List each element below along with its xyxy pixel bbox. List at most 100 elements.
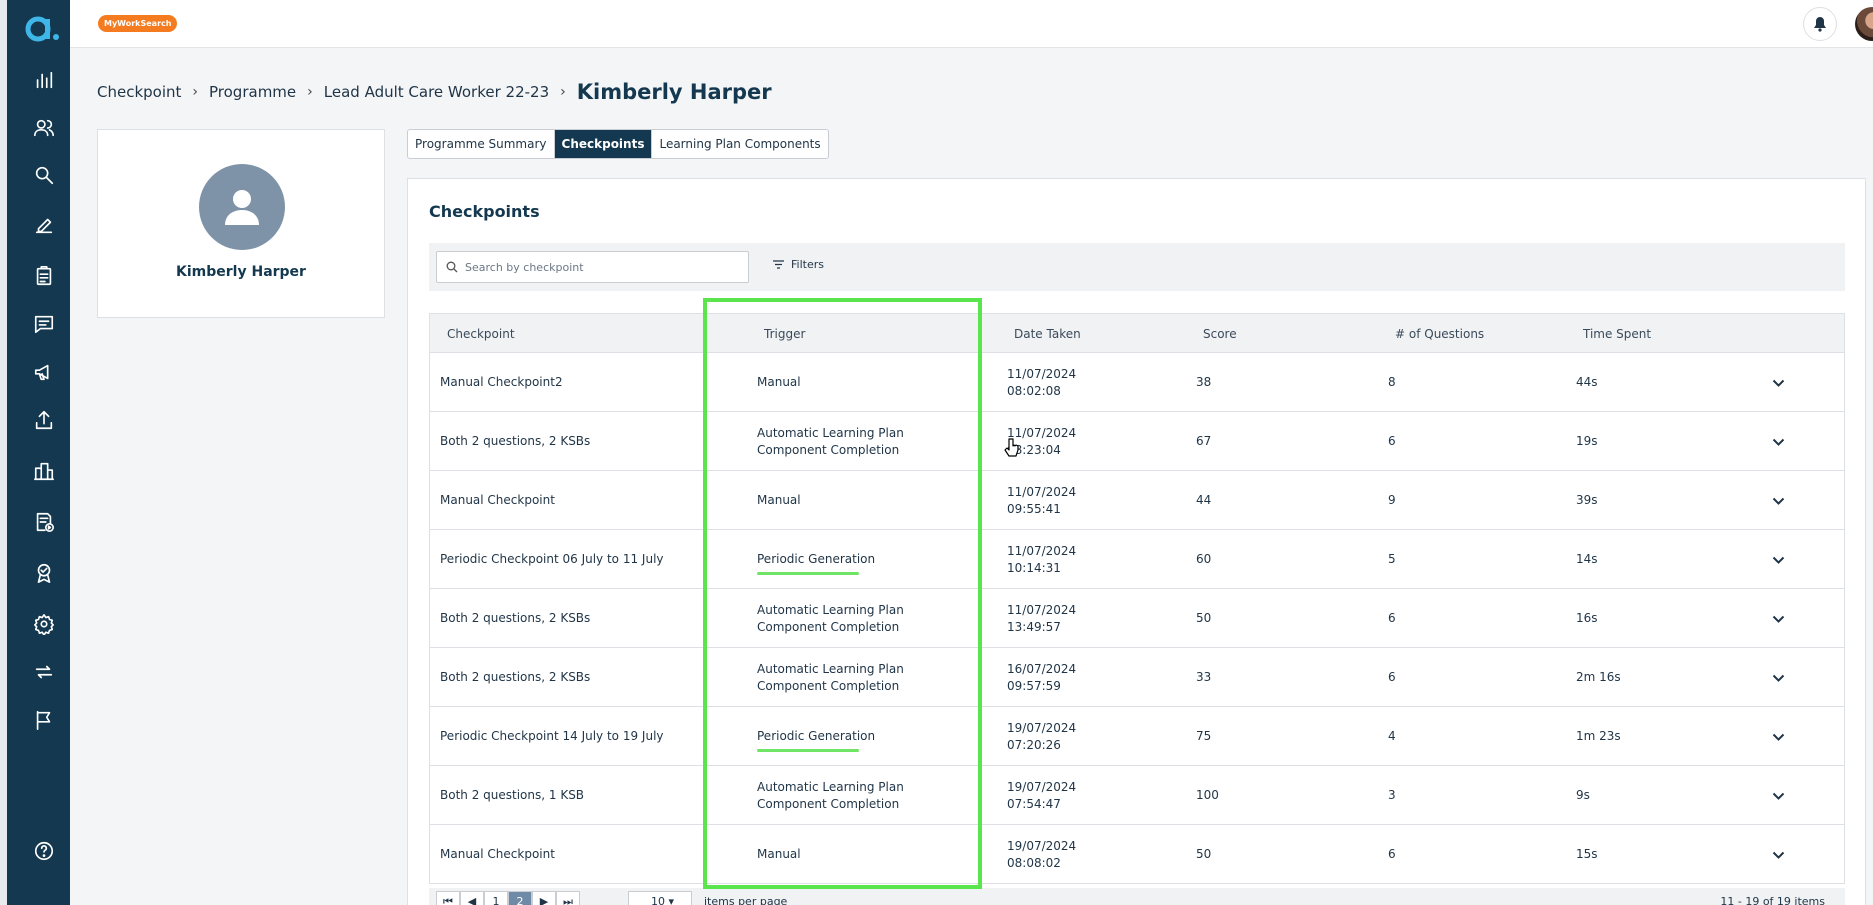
trigger-value: Automatic Learning Plan Component Comple… <box>757 602 904 634</box>
checkpoints-panel: Checkpoints Filters Checkpoint Trigger D… <box>407 178 1866 905</box>
mouse-cursor-icon <box>1004 438 1019 457</box>
score-value: 60 <box>1196 552 1212 566</box>
questions-value: 9 <box>1388 493 1396 507</box>
time-spent-value: 44s <box>1576 375 1598 389</box>
header-date-taken[interactable]: Date Taken <box>1014 327 1081 341</box>
checkpoint-name: Both 2 questions, 1 KSB <box>440 788 585 802</box>
myworksearch-badge[interactable]: MyWorkSearch <box>98 15 178 32</box>
bell-icon <box>1814 17 1826 32</box>
clipboard-icon[interactable] <box>29 261 59 291</box>
trigger-value: Periodic Generation <box>757 729 876 743</box>
breadcrumb-checkpoint[interactable]: Checkpoint <box>97 83 181 101</box>
chart-icon[interactable] <box>29 65 59 95</box>
logo-icon[interactable] <box>23 10 61 46</box>
checkpoints-table: Checkpoint Trigger Date Taken Score # of… <box>429 313 1845 884</box>
users-icon[interactable] <box>29 113 59 143</box>
time-spent-value: 9s <box>1576 788 1590 802</box>
date-taken: 11/07/2024 08:23:04 <box>1007 425 1077 457</box>
user-avatar[interactable] <box>1855 7 1873 41</box>
badge-icon[interactable] <box>29 558 59 588</box>
next-page-button[interactable]: ▶ <box>532 891 556 905</box>
breadcrumb-programme-name[interactable]: Lead Adult Care Worker 22-23 <box>324 83 549 101</box>
search-box <box>436 251 749 283</box>
chevron-down-icon[interactable] <box>1772 766 1785 825</box>
top-bar: MyWorkSearch <box>70 0 1873 48</box>
items-per-page-label: items per page <box>704 895 788 905</box>
chevron-down-icon[interactable] <box>1772 707 1785 766</box>
table-row[interactable]: Periodic Checkpoint 14 July to 19 July Pe… <box>429 707 1845 766</box>
page-size-select[interactable]: 10 ▾ <box>628 891 692 905</box>
chevron-down-icon[interactable] <box>1772 648 1785 707</box>
trigger-value: Automatic Learning Plan Component Comple… <box>757 661 904 693</box>
gear-icon[interactable] <box>29 609 59 639</box>
last-page-button[interactable]: ⏭ <box>556 891 580 905</box>
tab-bar: Programme Summary Checkpoints Learning P… <box>407 129 829 159</box>
chevron-down-icon[interactable] <box>1772 825 1785 884</box>
checkpoint-name: Both 2 questions, 2 KSBs <box>440 611 591 625</box>
notifications-button[interactable] <box>1803 7 1837 41</box>
breadcrumb: Checkpoint › Programme › Lead Adult Care… <box>97 80 772 104</box>
table-row[interactable]: Manual Checkpoint Manual 19/07/2024 08:08:0… <box>429 825 1845 884</box>
header-checkpoint[interactable]: Checkpoint <box>447 327 515 341</box>
page-1-button[interactable]: 1 <box>484 891 508 905</box>
tab-checkpoints[interactable]: Checkpoints <box>554 130 653 158</box>
table-row[interactable]: Manual Checkpoint2 Manual 11/07/2024 08:02:… <box>429 353 1845 412</box>
time-spent-value: 2m 16s <box>1576 670 1621 684</box>
score-value: 33 <box>1196 670 1212 684</box>
page-title: Kimberly Harper <box>576 80 772 104</box>
tab-learning-plan-components[interactable]: Learning Plan Components <box>652 130 827 158</box>
document-play-icon[interactable] <box>29 507 59 537</box>
upload-icon[interactable] <box>29 405 59 435</box>
first-page-button[interactable]: ⏮ <box>436 891 460 905</box>
time-spent-value: 39s <box>1576 493 1598 507</box>
table-row[interactable]: Manual Checkpoint Manual 11/07/2024 09:55:4… <box>429 471 1845 530</box>
pagination-info: 11 - 19 of 19 items <box>1720 895 1825 905</box>
help-icon[interactable] <box>29 836 59 866</box>
date-taken: 11/07/2024 10:14:31 <box>1007 543 1077 575</box>
chevron-down-icon[interactable] <box>1772 412 1785 471</box>
chat-icon[interactable] <box>29 309 59 339</box>
pen-icon[interactable] <box>29 210 59 240</box>
time-spent-value: 14s <box>1576 552 1598 566</box>
chevron-down-icon[interactable] <box>1772 530 1785 589</box>
header-time-spent[interactable]: Time Spent <box>1583 327 1651 341</box>
chevron-down-icon[interactable] <box>1772 471 1785 530</box>
checkpoint-name: Both 2 questions, 2 KSBs <box>440 434 591 448</box>
table-row[interactable]: Both 2 questions, 1 KSB Automatic Learnin… <box>429 766 1845 825</box>
page-2-button[interactable]: 2 <box>508 891 532 905</box>
table-row[interactable]: Both 2 questions, 2 KSBs Automatic Learni… <box>429 589 1845 648</box>
chevron-right-icon: › <box>307 84 313 100</box>
filters-button[interactable]: Filters <box>773 258 824 271</box>
header-questions[interactable]: # of Questions <box>1395 327 1484 341</box>
search-input[interactable] <box>465 252 745 282</box>
date-taken: 11/07/2024 09:55:41 <box>1007 484 1077 516</box>
breadcrumb-programme[interactable]: Programme <box>209 83 296 101</box>
report-icon[interactable] <box>29 456 59 486</box>
search-icon[interactable] <box>29 160 59 190</box>
table-row[interactable]: Both 2 questions, 2 KSBs Automatic Learni… <box>429 648 1845 707</box>
questions-value: 6 <box>1388 670 1396 684</box>
page-size-value: 10 <box>651 895 665 905</box>
filter-bar: Filters <box>429 243 1845 291</box>
checkpoint-name: Manual Checkpoint2 <box>440 375 563 389</box>
chevron-down-icon[interactable] <box>1772 353 1785 412</box>
trigger-value: Manual <box>757 493 801 507</box>
table-row[interactable]: Both 2 questions, 2 KSBs Automatic Learni… <box>429 412 1845 471</box>
prev-page-button[interactable]: ◀ <box>460 891 484 905</box>
megaphone-icon[interactable] <box>29 357 59 387</box>
checkpoint-name: Manual Checkpoint <box>440 493 555 507</box>
date-taken: 11/07/2024 08:02:08 <box>1007 366 1077 398</box>
chevron-down-icon[interactable] <box>1772 589 1785 648</box>
header-score[interactable]: Score <box>1203 327 1237 341</box>
tab-programme-summary[interactable]: Programme Summary <box>408 130 555 158</box>
trigger-value: Automatic Learning Plan Component Comple… <box>757 425 904 457</box>
checkpoint-name: Periodic Checkpoint 14 July to 19 July <box>440 729 664 743</box>
date-taken: 16/07/2024 09:57:59 <box>1007 661 1077 693</box>
flag-icon[interactable] <box>29 705 59 735</box>
score-value: 75 <box>1196 729 1212 743</box>
sync-icon[interactable] <box>29 657 59 687</box>
table-row[interactable]: Periodic Checkpoint 06 July to 11 July Pe… <box>429 530 1845 589</box>
header-trigger[interactable]: Trigger <box>764 327 805 341</box>
filter-icon <box>773 260 784 269</box>
profile-name: Kimberly Harper <box>176 264 306 280</box>
